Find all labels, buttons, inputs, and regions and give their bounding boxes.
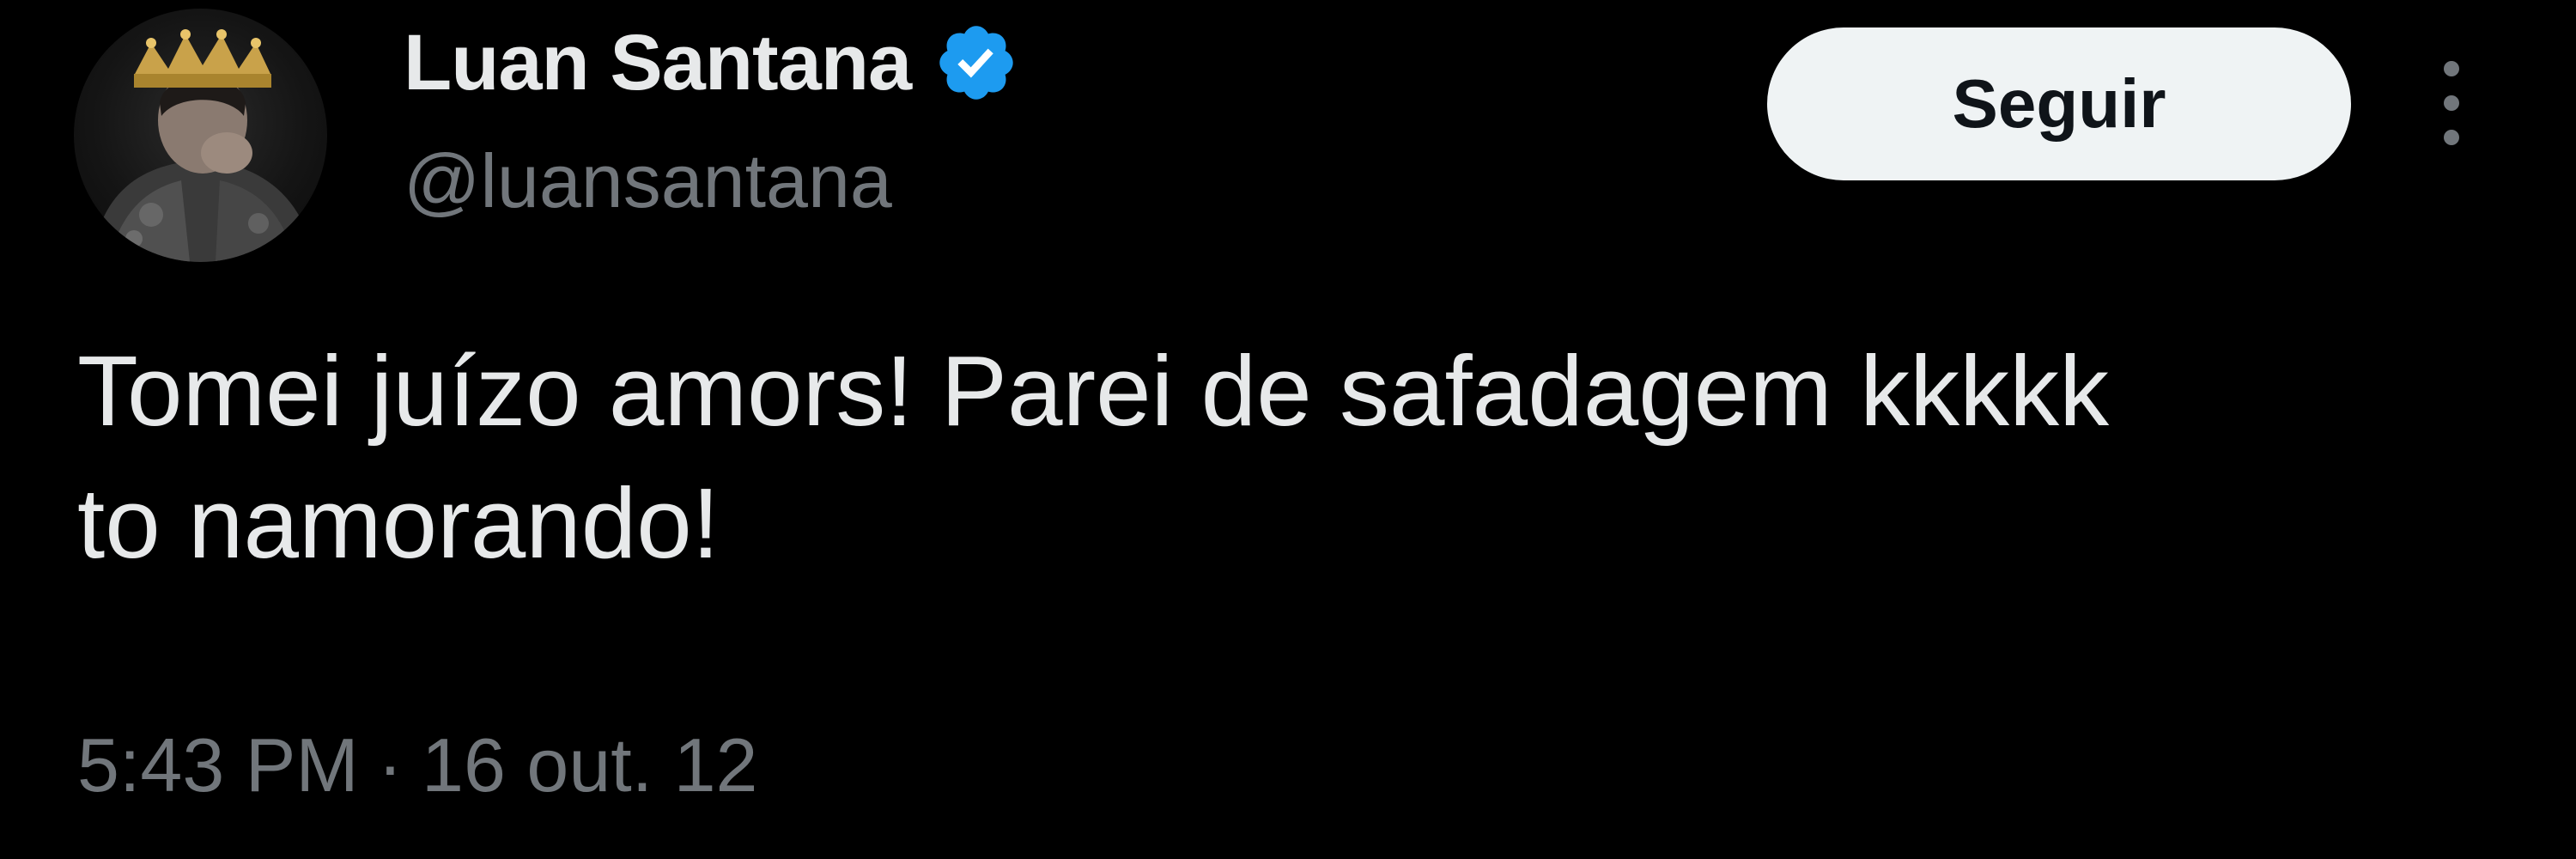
tweet-time[interactable]: 5:43 PM xyxy=(77,722,359,807)
user-handle[interactable]: @luansantana xyxy=(404,137,892,225)
tweet-text: Tomei juízo amors! Parei de safadagem kk… xyxy=(77,335,2110,579)
tweet-meta: 5:43 PM · 16 out. 12 xyxy=(77,722,758,809)
avatar[interactable] xyxy=(74,9,327,262)
follow-button[interactable]: Seguir xyxy=(1767,27,2351,180)
more-vertical-icon[interactable] xyxy=(2421,52,2482,155)
display-name[interactable]: Luan Santana xyxy=(404,18,912,108)
meta-separator: · xyxy=(377,722,404,807)
name-row: Luan Santana xyxy=(404,15,1019,110)
tweet-date[interactable]: 16 out. 12 xyxy=(422,722,757,807)
tweet-card: Luan Santana @luansantana Seguir Tomei j… xyxy=(0,0,2576,859)
verified-badge-icon[interactable] xyxy=(933,20,1019,106)
avatar-image xyxy=(91,29,314,262)
